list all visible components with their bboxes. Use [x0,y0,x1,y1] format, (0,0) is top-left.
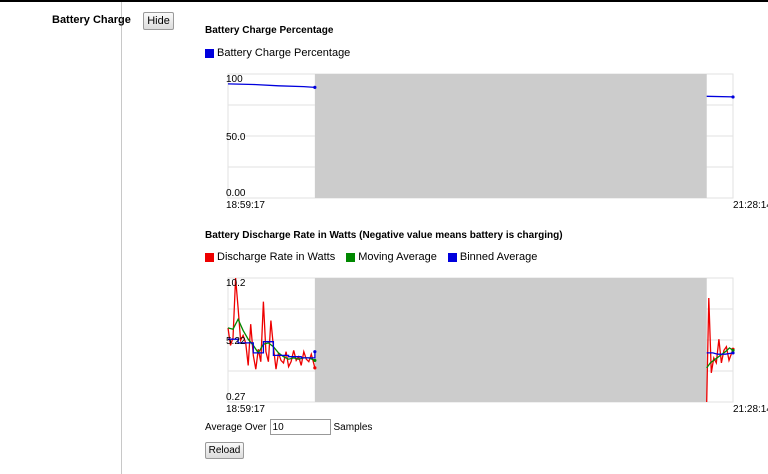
legend-swatch [447,252,457,262]
legend-label: Moving Average [358,251,437,263]
x-tick-label: 18:59:17 [226,200,265,211]
average-suffix: Samples [333,421,373,433]
data-gap-region [314,278,707,402]
legend-swatch [346,252,356,262]
chart2-legend: Discharge Rate in Watts Moving Average B… [205,251,543,263]
column-divider [121,2,122,474]
y-tick-label: 0.27 [226,392,246,403]
series-point [313,85,317,89]
x-tick-label: 21:28:14 [733,200,768,211]
x-tick-label: 21:28:14 [733,404,768,415]
series-point [313,366,317,370]
top-border [0,0,768,2]
x-tick-label: 18:59:17 [226,404,265,415]
series-point [731,351,735,355]
chart1-title: Battery Charge Percentage [205,25,334,36]
y-tick-label: 5.22 [226,336,246,347]
discharge-rate-chart: 10.2 5.22 0.2718:59:17 21:28:14 [226,277,768,415]
legend-item: Discharge Rate in Watts [205,251,335,263]
series-point [731,95,735,99]
legend-swatch [205,252,214,262]
y-tick-label: 100 [226,74,243,85]
legend-item: Battery Charge Percentage [205,47,350,59]
hide-button[interactable]: Hide [143,12,174,30]
legend-swatch [205,48,214,58]
series-point [313,350,317,354]
chart1-legend: Battery Charge Percentage [205,47,356,59]
y-tick-label: 50.0 [226,132,246,143]
legend-label: Battery Charge Percentage [217,47,351,59]
y-tick-label: 0.00 [226,188,246,199]
chart2-title: Battery Discharge Rate in Watts (Negativ… [205,230,563,241]
average-samples-input[interactable] [269,419,331,435]
legend-label: Discharge Rate in Watts [217,251,336,263]
y-tick-label: 10.2 [226,278,246,289]
data-gap-region [314,74,707,198]
reload-button[interactable]: Reload [205,442,244,459]
series-point [313,358,317,363]
legend-item: Binned Average [447,251,538,263]
average-prefix: Average Over [205,421,267,433]
battery-charge-chart: 100 50.0 0.0018:59:17 21:28:14 [226,73,768,211]
legend-label: Binned Average [459,251,538,263]
legend-item: Moving Average [346,251,437,263]
average-controls: Average Over Samples [205,419,372,435]
row-label: Battery Charge [52,14,131,26]
series-line [706,95,734,98]
